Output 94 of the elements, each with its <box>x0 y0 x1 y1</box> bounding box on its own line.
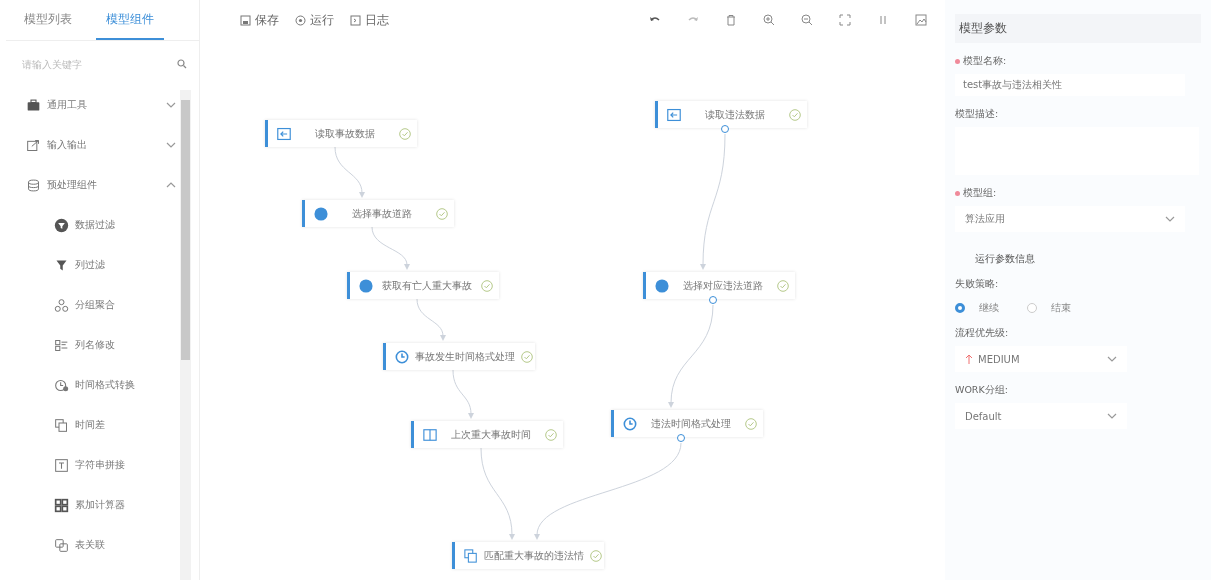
component-item[interactable]: 列过滤 <box>26 245 176 285</box>
component-item[interactable]: 表关联 <box>26 525 176 565</box>
component-group[interactable]: 预处理组件 <box>26 165 176 205</box>
output-port[interactable] <box>721 125 729 133</box>
chevron-down-icon <box>166 101 176 109</box>
chevron-up-icon <box>166 181 176 189</box>
flow-node[interactable]: 选择事故道路 <box>302 200 454 227</box>
component-item[interactable]: 数据过滤 <box>26 205 176 245</box>
check-circle-icon <box>399 127 411 140</box>
flow-node[interactable]: 读取事故数据 <box>265 120 417 147</box>
fit-icon[interactable] <box>839 14 851 26</box>
field-label: 模型描述: <box>955 108 999 121</box>
check-circle-icon <box>590 549 602 562</box>
component-item[interactable]: 累加计算器 <box>26 485 176 525</box>
output-port[interactable] <box>709 296 717 304</box>
input-icon <box>277 126 291 141</box>
delete-icon[interactable] <box>725 14 737 26</box>
circle-icon <box>655 278 669 293</box>
section-title: 运行参数信息 <box>975 252 1036 266</box>
play-circle-icon <box>295 14 306 26</box>
flow-node[interactable]: 选择对应违法道路 <box>643 272 795 299</box>
chevron-down-icon <box>166 141 176 149</box>
copy-icon <box>54 417 69 433</box>
component-group[interactable]: 输入输出 <box>26 125 176 165</box>
component-item[interactable]: 时间格式转换 <box>26 365 176 405</box>
flow-node[interactable]: 匹配重大事故的违法情 <box>452 542 604 569</box>
log-icon <box>350 14 361 26</box>
scrollbar[interactable] <box>180 90 191 580</box>
overlap-squares-icon <box>54 537 69 553</box>
image-icon[interactable] <box>915 14 927 26</box>
copy-icon <box>464 548 478 563</box>
check-circle-icon <box>436 207 448 220</box>
circle-icon <box>359 278 373 293</box>
search-icon <box>177 59 187 69</box>
three-circles-icon <box>54 297 69 313</box>
component-group[interactable]: 通用工具 <box>26 85 176 125</box>
database-icon <box>26 177 41 193</box>
flow-node[interactable]: 违法时间格式处理 <box>611 410 763 437</box>
connector-arrow <box>371 226 410 270</box>
toolbar-button[interactable]: 运行 <box>295 11 334 29</box>
toolbar-button[interactable]: 日志 <box>350 11 389 29</box>
pause-icon[interactable] <box>877 14 889 26</box>
field-label: 模型组: <box>963 187 997 200</box>
priority-select[interactable]: MEDIUM <box>955 346 1127 372</box>
connector-arrow <box>452 369 474 419</box>
toolbar-button[interactable]: 保存 <box>240 11 279 29</box>
check-circle-icon <box>545 428 557 441</box>
flow-node[interactable]: 获取有亡人重大事故 <box>347 272 499 299</box>
zoom-in-icon[interactable] <box>763 14 775 26</box>
chevron-down-icon <box>1107 355 1117 363</box>
radio-option[interactable]: 结束 <box>1027 301 1071 315</box>
check-circle-icon <box>521 350 533 363</box>
chevron-down-icon <box>1165 215 1175 223</box>
field-label: WORK分组: <box>955 384 1008 397</box>
check-circle-icon <box>481 279 493 292</box>
chevron-down-icon <box>1107 412 1117 420</box>
zoom-out-icon[interactable] <box>801 14 813 26</box>
check-circle-icon <box>745 417 757 430</box>
flow-node[interactable]: 读取违法数据 <box>655 101 807 128</box>
grid-icon <box>54 497 69 513</box>
output-port[interactable] <box>677 434 685 442</box>
save-icon <box>240 14 251 26</box>
connector-arrow <box>334 146 365 198</box>
field-label: 失败策略: <box>955 278 999 291</box>
arrow-up-icon <box>965 354 973 364</box>
flow-node[interactable]: 事故发生时间格式处理 <box>383 343 535 370</box>
work-group-select[interactable]: Default <box>955 403 1127 429</box>
component-item[interactable]: 时间差 <box>26 405 176 445</box>
clock-icon <box>395 349 409 364</box>
group-select[interactable]: 算法应用 <box>955 206 1185 232</box>
name-field[interactable]: test事故与违法相关性 <box>955 74 1185 96</box>
export-icon <box>26 137 41 153</box>
connector-arrow <box>416 298 446 341</box>
circle-icon <box>314 206 328 221</box>
clock-icon <box>54 377 69 393</box>
check-circle-icon <box>789 108 801 121</box>
sidebar-tab[interactable]: 模型组件 <box>96 11 164 40</box>
sidebar-tab[interactable]: 模型列表 <box>14 11 82 40</box>
briefcase-icon <box>26 97 41 113</box>
list-icon <box>54 337 69 353</box>
component-item[interactable]: 字符串拼接 <box>26 445 176 485</box>
field-label: 流程优先级: <box>955 327 1009 340</box>
flow-node[interactable]: 上次重大事故时间 <box>411 421 563 448</box>
input-icon <box>667 107 681 122</box>
columns-icon <box>423 427 437 442</box>
panel-title: 模型参数 <box>955 14 1201 43</box>
clock-icon <box>623 416 637 431</box>
component-item[interactable]: 分组聚合 <box>26 285 176 325</box>
field-label: 模型名称: <box>963 55 1007 68</box>
text-icon <box>54 457 69 473</box>
radio-option[interactable]: 继续 <box>955 301 999 315</box>
filter-icon <box>54 217 69 233</box>
component-item[interactable]: 列名修改 <box>26 325 176 365</box>
check-circle-icon <box>777 279 789 292</box>
